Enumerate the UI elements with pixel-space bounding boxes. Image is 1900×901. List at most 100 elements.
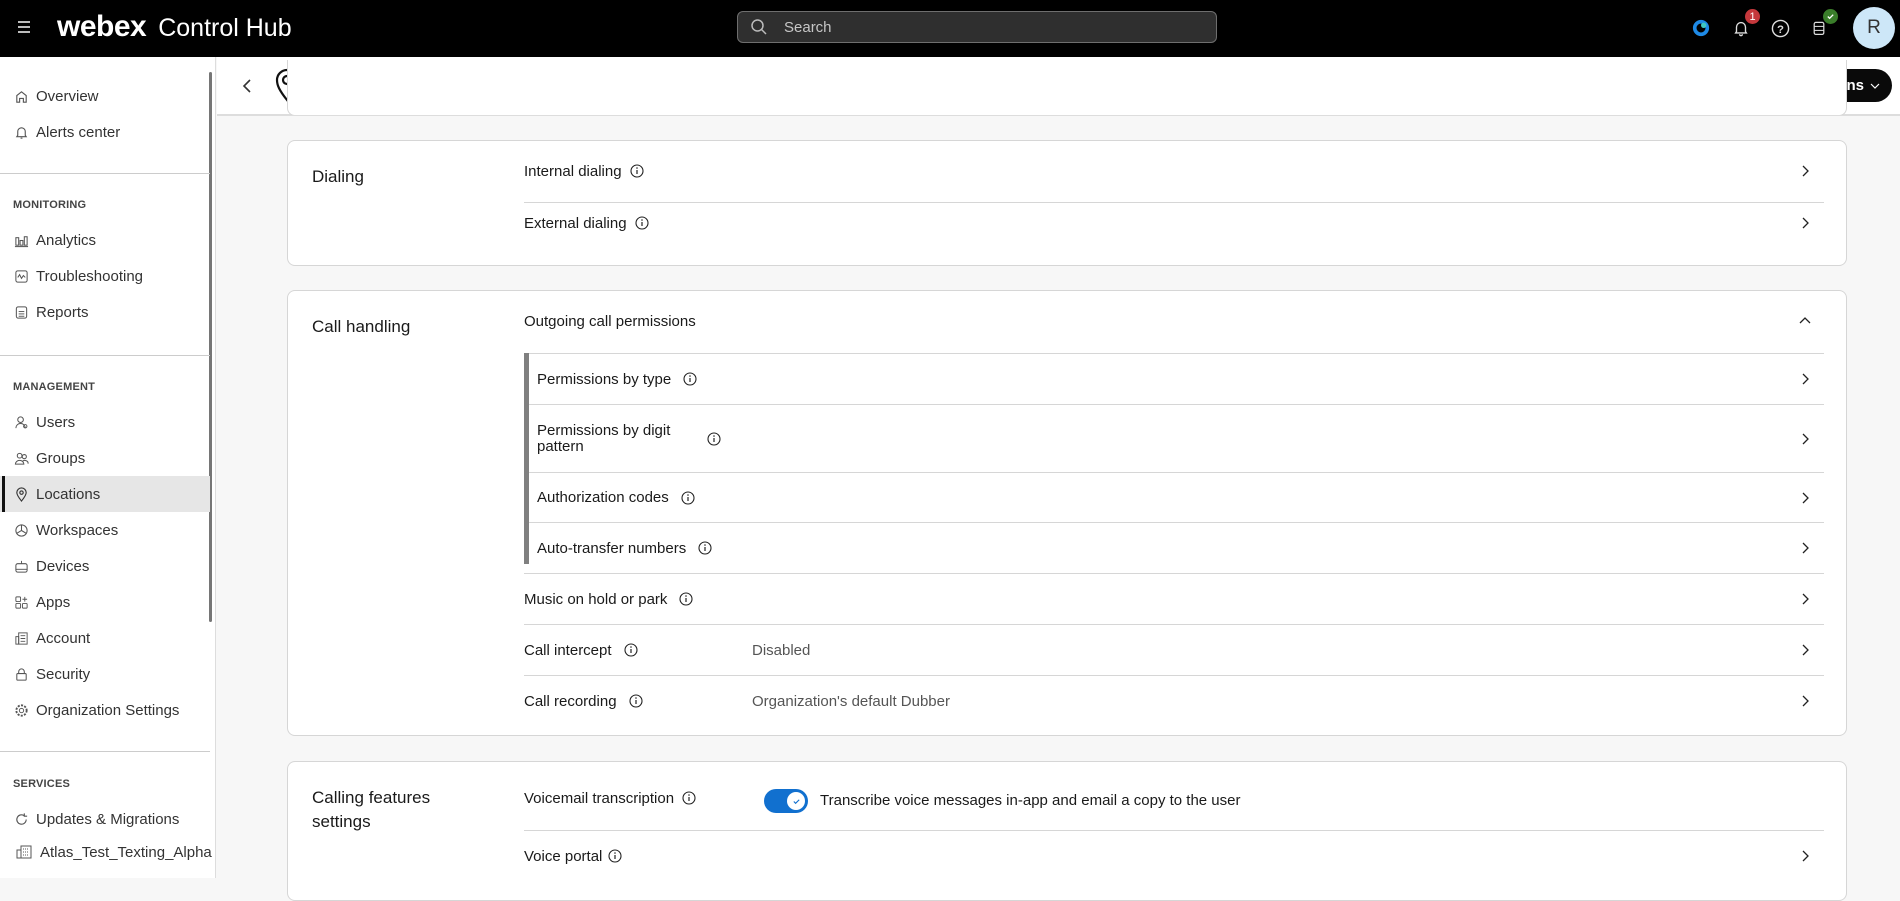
sidebar-item-label: Account bbox=[36, 629, 91, 647]
sidebar-item-label: Apps bbox=[36, 593, 71, 611]
info-icon[interactable] bbox=[623, 643, 638, 657]
chevron-right-icon[interactable] bbox=[1798, 216, 1812, 230]
check-badge-icon bbox=[1823, 9, 1838, 24]
voicemail-transcription-toggle[interactable] bbox=[764, 789, 808, 813]
chevron-right-icon[interactable] bbox=[1798, 643, 1812, 657]
sidebar-item-reports[interactable]: Reports bbox=[0, 294, 210, 330]
section-title-dialing: Dialing bbox=[312, 167, 364, 186]
avatar[interactable]: R bbox=[1853, 7, 1895, 49]
info-icon[interactable] bbox=[630, 164, 644, 178]
info-icon[interactable] bbox=[628, 694, 643, 708]
tasks-icon[interactable] bbox=[1806, 9, 1838, 41]
row-label: Voicemail transcription bbox=[524, 789, 675, 807]
info-icon[interactable] bbox=[608, 849, 622, 863]
sidebar-item-security[interactable]: Security bbox=[0, 656, 210, 692]
sidebar-divider bbox=[0, 173, 210, 174]
sidebar-item-label: Atlas_Test_Texting_Alpha bbox=[40, 843, 212, 861]
row-external-dialing[interactable]: External dialing bbox=[524, 203, 1824, 243]
call-handling-card: Call handling Outgoing call permissions … bbox=[287, 290, 1847, 736]
info-icon[interactable] bbox=[683, 372, 697, 386]
section-heading-management: MANAGEMENT bbox=[13, 381, 96, 393]
analytics-icon bbox=[14, 235, 29, 247]
sidebar-item-label: Updates & Migrations bbox=[36, 810, 180, 828]
row-call-recording[interactable]: Call recording Organization's default Du… bbox=[524, 676, 1824, 726]
back-icon[interactable] bbox=[237, 75, 257, 97]
bell-icon bbox=[15, 126, 28, 139]
row-label: Voice portal bbox=[524, 847, 603, 865]
notification-badge: 1 bbox=[1745, 9, 1760, 24]
brand-name: webex bbox=[57, 10, 147, 43]
reports-icon bbox=[15, 305, 28, 319]
sidebar-divider bbox=[0, 355, 210, 356]
search-icon bbox=[751, 19, 767, 35]
calling-features-card: Calling features settings Voicemail tran… bbox=[287, 761, 1847, 901]
chevron-right-icon[interactable] bbox=[1798, 164, 1812, 178]
sidebar-item-apps[interactable]: Apps bbox=[0, 584, 210, 620]
sidebar-item-alerts-center[interactable]: Alerts center bbox=[0, 114, 210, 150]
info-icon[interactable] bbox=[635, 216, 649, 230]
chevron-right-icon[interactable] bbox=[1798, 541, 1812, 555]
row-voice-portal[interactable]: Voice portal bbox=[524, 831, 1824, 881]
top-bar: webex Control Hub 1 ? R bbox=[0, 0, 1900, 57]
chevron-right-icon[interactable] bbox=[1798, 694, 1812, 708]
sidebar-item-account[interactable]: Account bbox=[0, 620, 210, 656]
row-outgoing-call-permissions[interactable]: Outgoing call permissions bbox=[524, 301, 1824, 341]
call-intercept-value: Disabled bbox=[752, 641, 811, 659]
bell-icon[interactable]: 1 bbox=[1728, 9, 1760, 41]
sidebar-item-org-name[interactable]: Atlas_Test_Texting_Alpha bbox=[0, 834, 212, 870]
chevron-right-icon[interactable] bbox=[1798, 849, 1812, 863]
row-label: Auto-transfer numbers bbox=[537, 539, 687, 557]
row-permissions-by-type[interactable]: Permissions by type bbox=[525, 354, 1824, 404]
account-icon bbox=[15, 631, 28, 645]
sidebar-item-analytics[interactable]: Analytics bbox=[0, 222, 210, 258]
row-label: Outgoing call permissions bbox=[524, 312, 696, 330]
menu-icon[interactable] bbox=[18, 18, 36, 36]
sidebar-item-label: Users bbox=[36, 413, 76, 431]
toggle-knob bbox=[787, 792, 805, 810]
chevron-right-icon[interactable] bbox=[1798, 372, 1812, 386]
chevron-right-icon[interactable] bbox=[1798, 432, 1812, 446]
chevron-right-icon[interactable] bbox=[1798, 491, 1812, 505]
voicemail-transcription-description: Transcribe voice messages in-app and ema… bbox=[820, 792, 1241, 809]
sidebar-item-users[interactable]: Users bbox=[0, 404, 210, 440]
info-icon[interactable] bbox=[682, 791, 696, 805]
row-auto-transfer-numbers[interactable]: Auto-transfer numbers bbox=[525, 523, 1824, 573]
sidebar-item-organization-settings[interactable]: Organization Settings bbox=[0, 692, 210, 728]
sidebar-item-workspaces[interactable]: Workspaces bbox=[0, 512, 210, 548]
row-internal-dialing[interactable]: Internal dialing bbox=[524, 151, 1824, 191]
sidebar-item-groups[interactable]: Groups bbox=[0, 440, 210, 476]
sidebar-item-troubleshooting[interactable]: Troubleshooting bbox=[0, 258, 210, 294]
row-label: Permissions by type bbox=[537, 370, 672, 388]
row-permissions-by-digit-pattern[interactable]: Permissions by digit pattern bbox=[525, 405, 1824, 472]
sidebar-item-locations[interactable]: Locations bbox=[0, 476, 210, 512]
row-label: Call recording bbox=[524, 692, 617, 710]
row-call-intercept[interactable]: Call intercept Disabled bbox=[524, 625, 1824, 675]
section-heading-monitoring: MONITORING bbox=[13, 199, 87, 211]
webex-status-icon[interactable] bbox=[1688, 15, 1714, 41]
check-icon bbox=[792, 798, 800, 804]
info-icon[interactable] bbox=[707, 431, 721, 446]
sidebar-item-updates-migrations[interactable]: Updates & Migrations bbox=[0, 801, 210, 837]
info-icon[interactable] bbox=[698, 541, 712, 555]
previous-card bbox=[287, 60, 1847, 116]
search-box[interactable] bbox=[737, 11, 1217, 43]
info-icon[interactable] bbox=[681, 490, 695, 505]
sidebar-item-label: Security bbox=[36, 665, 91, 683]
chevron-up-icon[interactable] bbox=[1798, 314, 1812, 328]
row-music-on-hold[interactable]: Music on hold or park bbox=[524, 574, 1824, 624]
row-authorization-codes[interactable]: Authorization codes bbox=[525, 473, 1824, 522]
sidebar-item-label: Groups bbox=[36, 449, 86, 467]
help-icon[interactable]: ? bbox=[1767, 15, 1793, 41]
section-title-calling-features: Calling features settings bbox=[312, 788, 431, 831]
row-label: Internal dialing bbox=[524, 162, 622, 180]
home-icon bbox=[16, 90, 27, 103]
brand-logo: webex Control Hub bbox=[57, 10, 292, 44]
building-icon bbox=[16, 845, 32, 859]
chevron-right-icon[interactable] bbox=[1798, 592, 1812, 606]
info-icon[interactable] bbox=[679, 592, 693, 606]
search-input[interactable] bbox=[784, 18, 1184, 36]
sidebar-item-overview[interactable]: Overview bbox=[0, 78, 210, 114]
location-icon bbox=[16, 486, 27, 502]
sidebar-item-devices[interactable]: Devices bbox=[0, 548, 210, 584]
chevron-down-icon bbox=[1870, 83, 1880, 89]
